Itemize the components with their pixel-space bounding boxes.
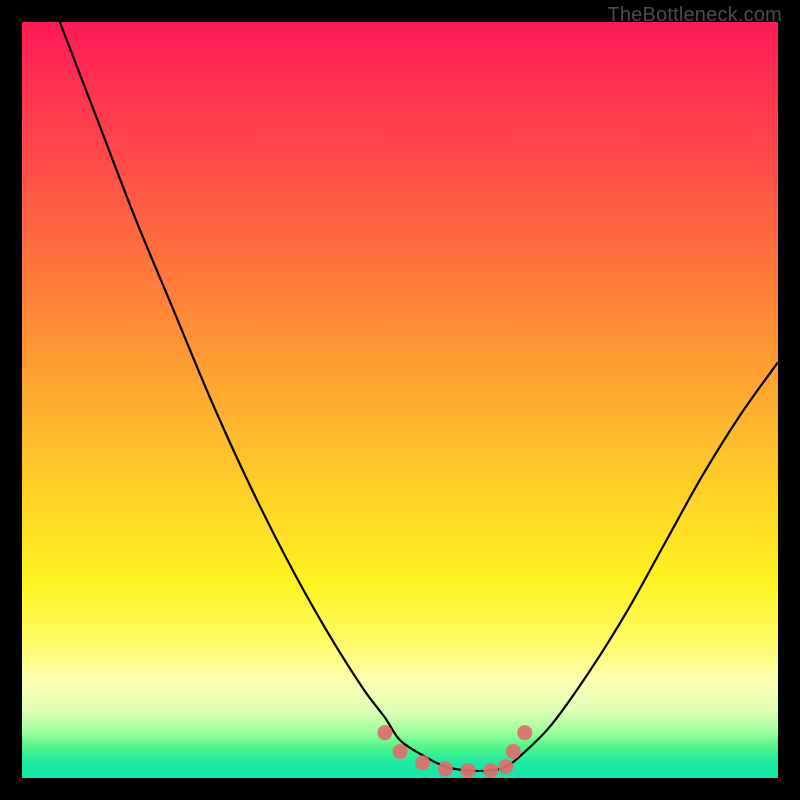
- marker-point: [438, 761, 453, 776]
- bottleneck-curve: [60, 22, 778, 771]
- marker-point: [483, 763, 498, 778]
- marker-point: [415, 755, 430, 770]
- marker-point: [377, 725, 392, 740]
- marker-group: [377, 725, 532, 778]
- curve-svg: [22, 22, 778, 778]
- marker-point: [461, 763, 476, 778]
- marker-point: [517, 725, 532, 740]
- chart-frame: TheBottleneck.com: [0, 0, 800, 800]
- marker-point: [498, 759, 513, 774]
- plot-area: [22, 22, 778, 778]
- marker-point: [393, 744, 408, 759]
- marker-point: [506, 744, 521, 759]
